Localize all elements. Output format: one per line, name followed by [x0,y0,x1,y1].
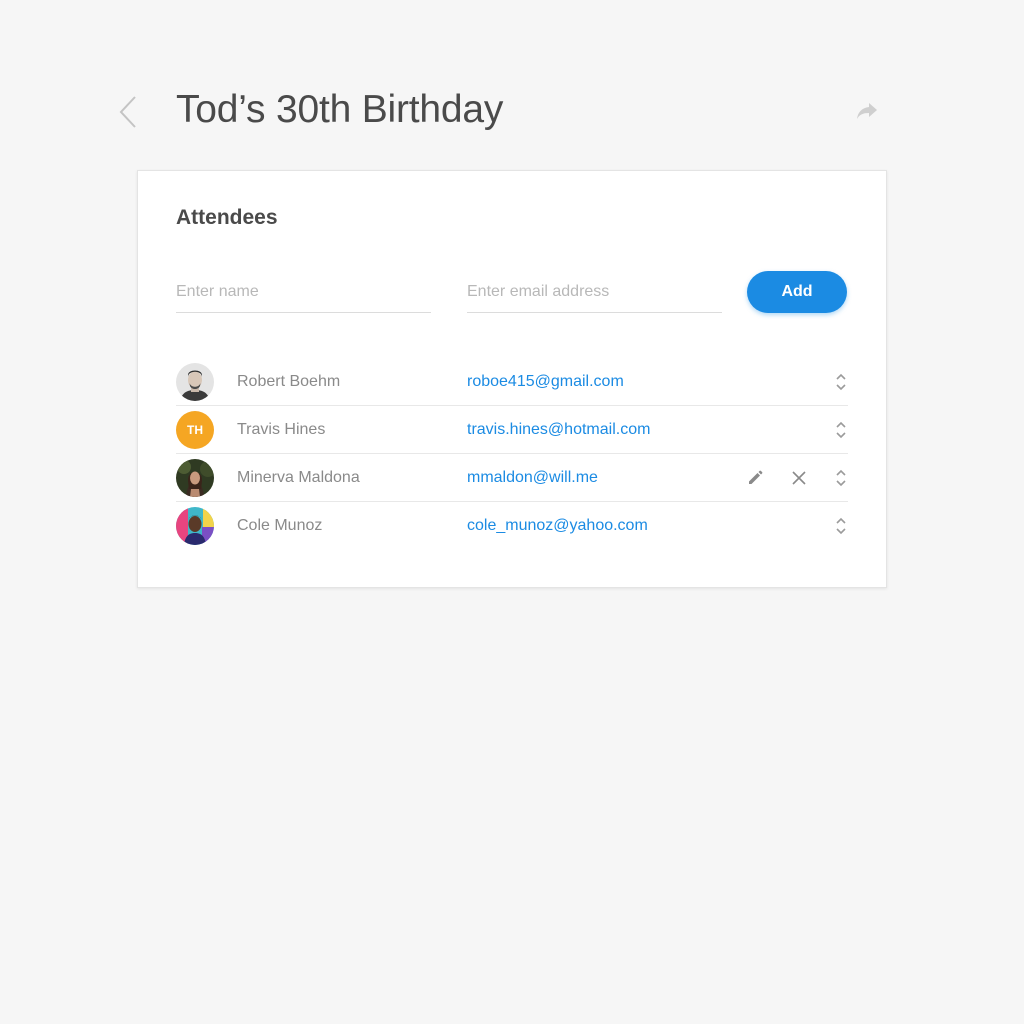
page-title: Tod’s 30th Birthday [176,88,504,131]
attendee-row: TH Travis Hines travis.hines@hotmail.com [176,406,848,454]
close-icon [792,471,806,485]
attendee-email[interactable]: roboe415@gmail.com [467,373,624,391]
attendee-name: Robert Boehm [237,373,341,390]
attendee-row: Robert Boehm roboe415@gmail.com [176,358,848,406]
attendee-list: Robert Boehm roboe415@gmail.com TH Travi… [176,358,848,550]
reorder-button[interactable] [829,418,853,442]
attendee-email[interactable]: cole_munoz@yahoo.com [467,517,648,535]
reorder-button[interactable] [829,514,853,538]
chevron-left-icon [119,96,136,128]
share-arrow-icon [857,103,877,119]
attendees-card: Attendees Add [137,170,887,588]
reorder-icon [836,469,846,487]
reorder-icon [836,421,846,439]
avatar [176,363,214,401]
attendees-heading: Attendees [176,206,278,229]
avatar-initials: TH [176,411,214,449]
page: Tod’s 30th Birthday Attendees Add [0,0,1024,1024]
avatar [176,459,214,497]
attendee-email[interactable]: mmaldon@will.me [467,469,598,487]
delete-button[interactable] [787,466,811,490]
attendee-email[interactable]: travis.hines@hotmail.com [467,421,650,439]
name-field [176,271,431,313]
reorder-icon [836,517,846,535]
reorder-button[interactable] [829,370,853,394]
back-button[interactable] [114,92,142,132]
attendee-row: Cole Munoz cole_munoz@yahoo.com [176,502,848,550]
attendee-name: Minerva Maldona [237,469,360,486]
avatar [176,507,214,545]
email-field [467,271,722,313]
share-button[interactable] [852,96,882,126]
add-button[interactable]: Add [747,271,847,313]
name-input[interactable] [176,271,431,312]
reorder-button[interactable] [829,466,853,490]
attendee-row: Minerva Maldona mmaldon@will.me [176,454,848,502]
email-input[interactable] [467,271,722,312]
attendee-name: Cole Munoz [237,517,323,534]
attendee-name: Travis Hines [237,421,326,438]
reorder-icon [836,373,846,391]
edit-button[interactable] [743,466,767,490]
pencil-icon [749,470,763,484]
